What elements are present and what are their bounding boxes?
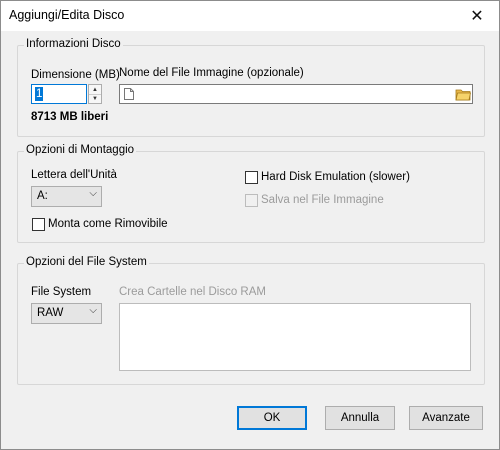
stepper-down-icon[interactable]: ▼	[89, 94, 101, 103]
size-stepper[interactable]: ▲ ▼	[88, 84, 102, 104]
dialog-window: Aggiungi/Edita Disco ✕ Informazioni Disc…	[0, 0, 500, 450]
drive-letter-label: Lettera dell'Unità	[31, 169, 117, 181]
file-system-label: File System	[31, 286, 92, 298]
cancel-button-label: Annulla	[340, 412, 380, 424]
drive-letter-value: A:	[37, 190, 48, 202]
folders-label: Crea Cartelle nel Disco RAM	[119, 286, 266, 298]
folder-icon[interactable]	[455, 87, 471, 101]
advanced-button[interactable]: Avanzate	[409, 406, 483, 430]
hdd-emulation-label[interactable]: Hard Disk Emulation (slower)	[261, 171, 410, 183]
image-file-input[interactable]	[119, 84, 473, 104]
file-system-value: RAW	[37, 307, 64, 319]
size-label: Dimensione (MB)	[31, 69, 120, 81]
removable-checkbox[interactable]	[32, 218, 45, 231]
free-space-text: 8713 MB liberi	[31, 111, 109, 123]
hdd-emulation-checkbox[interactable]	[245, 171, 258, 184]
save-in-image-checkbox[interactable]	[245, 194, 258, 207]
file-icon	[124, 88, 134, 100]
window-title: Aggiungi/Edita Disco	[9, 8, 125, 22]
ok-button-label: OK	[263, 412, 281, 424]
save-in-image-label: Salva nel File Immagine	[261, 194, 384, 206]
size-input[interactable]: 1	[31, 84, 87, 104]
cancel-button[interactable]: Annulla	[325, 406, 395, 430]
close-button[interactable]: ✕	[455, 1, 499, 31]
ok-button[interactable]: OK	[237, 406, 307, 430]
stepper-up-icon[interactable]: ▲	[89, 85, 101, 94]
image-file-label: Nome del File Immagine (opzionale)	[119, 67, 304, 79]
size-value: 1	[35, 87, 44, 101]
mount-options-legend: Opzioni di Montaggio	[24, 144, 137, 156]
close-icon: ✕	[470, 8, 484, 25]
chevron-down-icon: ⌵	[89, 305, 97, 316]
filesystem-options-legend: Opzioni del File System	[24, 256, 149, 268]
folders-textarea[interactable]	[119, 303, 471, 371]
file-system-select[interactable]: RAW ⌵	[31, 303, 102, 324]
advanced-button-label: Avanzate	[422, 412, 470, 424]
chevron-down-icon: ⌵	[89, 188, 97, 199]
title-bar: Aggiungi/Edita Disco ✕	[1, 1, 499, 31]
removable-label[interactable]: Monta come Rimovibile	[48, 218, 168, 230]
disk-info-legend: Informazioni Disco	[24, 38, 123, 50]
drive-letter-select[interactable]: A: ⌵	[31, 186, 102, 207]
